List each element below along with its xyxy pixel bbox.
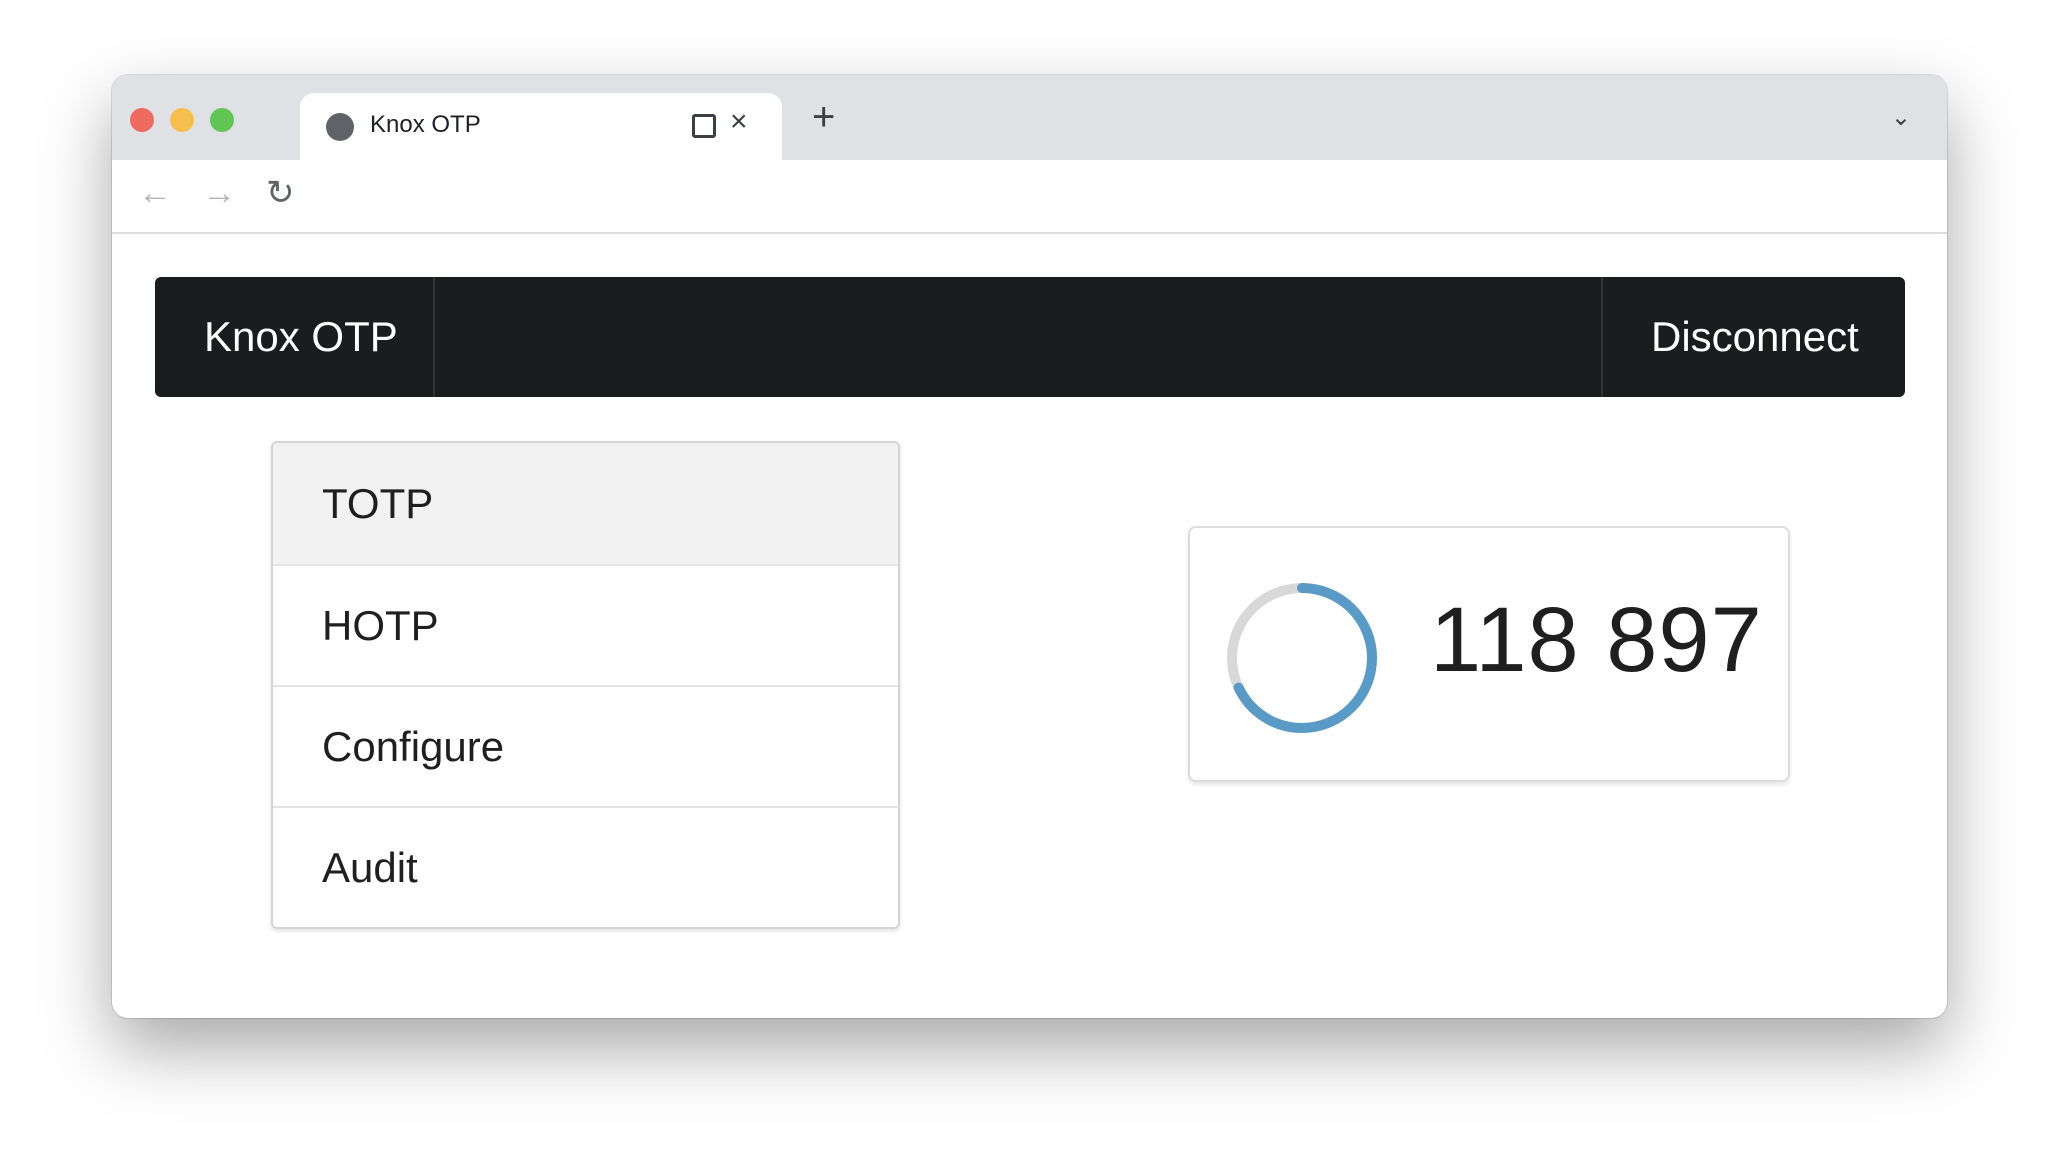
menu-item-audit[interactable]: Audit <box>273 806 898 927</box>
brand-link[interactable]: Knox OTP <box>155 277 435 397</box>
otp-code: 118 897 <box>1430 589 1763 691</box>
countdown-ring <box>1227 583 1377 733</box>
tab-title: Knox OTP <box>370 111 481 138</box>
menu-item-totp[interactable]: TOTP <box>273 443 898 564</box>
top-navbar: Knox OTP Disconnect <box>155 277 1905 397</box>
otp-card: 118 897 <box>1188 526 1790 782</box>
menu-item-hotp[interactable]: HOTP <box>273 564 898 685</box>
reload-icon[interactable]: ↻ <box>266 176 295 210</box>
maximize-window-button[interactable] <box>210 108 234 132</box>
close-window-button[interactable] <box>130 108 154 132</box>
forward-icon[interactable]: → <box>202 176 236 210</box>
menu-item-configure[interactable]: Configure <box>273 685 898 806</box>
browser-window: Knox OTP × + ⌄ ← → ↻ Knox OTP Disconnect… <box>112 75 1947 1018</box>
browser-toolbar: ← → ↻ <box>112 160 1947 234</box>
minimize-window-button[interactable] <box>170 108 194 132</box>
new-tab-button[interactable]: + <box>812 97 835 137</box>
tab-list-chevron-icon[interactable]: ⌄ <box>1891 103 1911 132</box>
side-menu: TOTP HOTP Configure Audit <box>271 441 900 929</box>
disconnect-button[interactable]: Disconnect <box>1601 277 1905 397</box>
browser-tab[interactable]: Knox OTP × <box>300 93 782 160</box>
reader-mode-icon[interactable] <box>692 114 716 138</box>
tab-bar: Knox OTP × + ⌄ <box>112 75 1947 160</box>
globe-icon <box>326 113 354 141</box>
close-tab-icon[interactable]: × <box>730 105 748 139</box>
back-icon[interactable]: ← <box>138 176 172 210</box>
